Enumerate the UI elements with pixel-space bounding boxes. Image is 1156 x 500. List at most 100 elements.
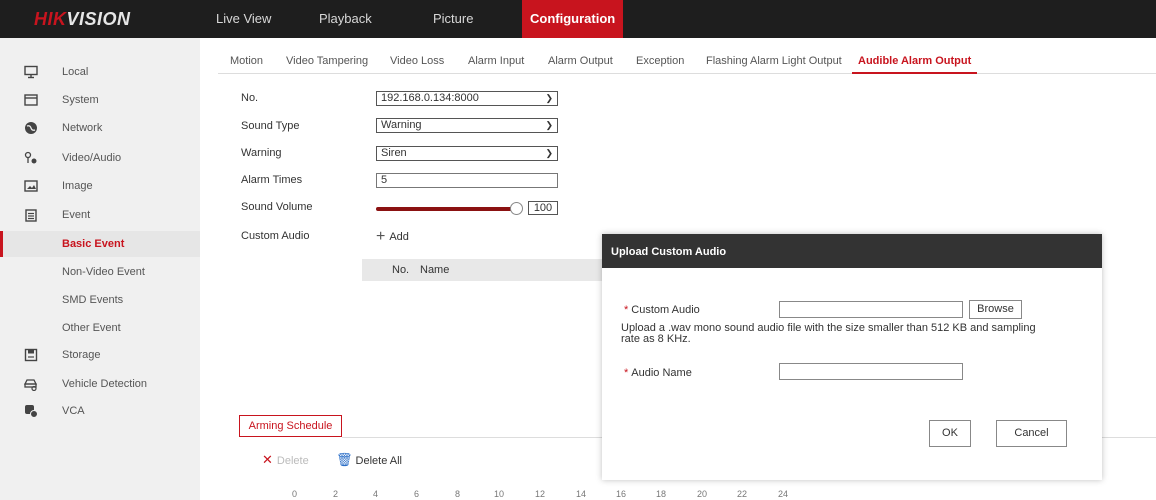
- tab-alarm-output[interactable]: Alarm Output: [548, 52, 613, 74]
- schedule-tick: 4: [373, 489, 379, 499]
- sidebar-item-label: Network: [62, 122, 103, 134]
- dialog-title: Upload Custom Audio: [602, 234, 1102, 268]
- no-select-value: 192.168.0.134:8000: [381, 92, 479, 104]
- sound-volume-label: Sound Volume: [241, 201, 313, 213]
- event-tabs: Motion Video Tampering Video Loss Alarm …: [218, 52, 1156, 74]
- alarm-times-label: Alarm Times: [241, 174, 303, 186]
- column-header-no: No.: [392, 264, 410, 276]
- nav-live-view[interactable]: Live View: [208, 0, 279, 38]
- sidebar-item-label: Storage: [62, 349, 101, 361]
- cancel-button[interactable]: Cancel: [996, 420, 1067, 447]
- column-header-name: Name: [420, 264, 450, 276]
- sidebar-item-label: Other Event: [62, 322, 121, 334]
- sidebar-item-label: Basic Event: [62, 238, 125, 250]
- add-audio-button[interactable]: + Add: [376, 228, 409, 246]
- tab-exception[interactable]: Exception: [636, 52, 684, 74]
- monitor-icon: [24, 65, 38, 79]
- schedule-tick: 2: [333, 489, 339, 499]
- schedule-tick: 14: [576, 489, 587, 499]
- tab-audible-alarm-output[interactable]: Audible Alarm Output: [852, 52, 978, 74]
- audio-name-field-label: * Audio Name: [624, 367, 692, 379]
- warning-label: Warning: [241, 147, 282, 159]
- image-icon: [24, 180, 38, 192]
- sidebar-item-label: Local: [62, 66, 89, 78]
- sidebar-item-non-video-event[interactable]: Non-Video Event: [0, 259, 200, 285]
- sidebar-item-event[interactable]: Event: [0, 202, 200, 228]
- calendar-icon: [25, 209, 37, 222]
- delete-all-button[interactable]: 🗑 Delete All: [336, 452, 402, 468]
- schedule-tick: 12: [535, 489, 546, 499]
- schedule-tick: 20: [697, 489, 708, 499]
- delete-button[interactable]: ✕ Delete: [262, 452, 309, 468]
- no-select[interactable]: 192.168.0.134:8000 ❯: [376, 91, 558, 106]
- required-mark: *: [624, 304, 629, 316]
- schedule-tick: 16: [616, 489, 627, 499]
- tab-video-tampering[interactable]: Video Tampering: [286, 52, 368, 74]
- vca-icon: [25, 405, 38, 418]
- custom-audio-file-input[interactable]: [779, 301, 963, 318]
- close-icon: ✕: [262, 452, 273, 467]
- schedule-tick: 24: [778, 489, 789, 499]
- warning-select[interactable]: Siren ❯: [376, 146, 558, 161]
- chevron-down-icon: ❯: [545, 120, 553, 130]
- sidebar-item-vca[interactable]: VCA: [0, 398, 200, 424]
- sound-type-select[interactable]: Warning ❯: [376, 118, 558, 133]
- schedule-tick: 8: [455, 489, 461, 499]
- required-mark: *: [624, 367, 629, 379]
- tab-motion[interactable]: Motion: [230, 52, 263, 74]
- audio-name-input[interactable]: [779, 363, 963, 380]
- warning-select-value: Siren: [381, 147, 407, 159]
- nav-picture[interactable]: Picture: [425, 0, 481, 38]
- arming-schedule-tab[interactable]: Arming Schedule: [239, 415, 342, 437]
- sidebar-item-label: Non-Video Event: [62, 266, 145, 278]
- schedule-tick: 18: [656, 489, 667, 499]
- delete-all-button-label: Delete All: [355, 455, 402, 467]
- tab-flashing-alarm-light-output[interactable]: Flashing Alarm Light Output: [706, 52, 842, 74]
- chevron-down-icon: ❯: [545, 93, 553, 103]
- ok-button[interactable]: OK: [929, 420, 971, 447]
- top-navigation-bar: HIKVISION Live View Playback Picture Con…: [0, 0, 1156, 38]
- sidebar-item-label: SMD Events: [62, 294, 124, 306]
- browse-button[interactable]: Browse: [969, 300, 1022, 319]
- plus-icon: +: [376, 228, 386, 245]
- sidebar-item-basic-event[interactable]: Basic Event: [0, 231, 200, 257]
- sidebar-item-image[interactable]: Image: [0, 173, 200, 199]
- camera-audio-icon: [24, 151, 37, 164]
- sidebar-item-label: Image: [62, 180, 93, 192]
- tab-alarm-input[interactable]: Alarm Input: [468, 52, 524, 74]
- schedule-tick: 6: [414, 489, 420, 499]
- sidebar-item-label: Video/Audio: [62, 152, 122, 164]
- delete-button-label: Delete: [276, 455, 309, 467]
- sidebar-item-vehicle-detection[interactable]: Vehicle Detection: [0, 371, 200, 397]
- sidebar-item-label: System: [62, 94, 99, 106]
- volume-slider-track[interactable]: [376, 207, 516, 211]
- sidebar-item-system[interactable]: System: [0, 87, 200, 113]
- add-button-label: Add: [389, 230, 409, 243]
- sound-type-label: Sound Type: [241, 120, 300, 132]
- sidebar-item-label: VCA: [62, 405, 85, 417]
- sidebar-item-label: Vehicle Detection: [62, 378, 147, 390]
- volume-slider-thumb[interactable]: [510, 202, 523, 215]
- schedule-tick: 0: [292, 489, 298, 499]
- hikvision-logo: HIKVISION: [34, 9, 131, 29]
- tab-video-loss[interactable]: Video Loss: [390, 52, 444, 74]
- nav-configuration[interactable]: Configuration: [522, 0, 624, 38]
- sidebar-item-other-event[interactable]: Other Event: [0, 315, 200, 341]
- sidebar-item-video-audio[interactable]: Video/Audio: [0, 145, 200, 171]
- globe-icon: [25, 122, 37, 134]
- sound-type-select-value: Warning: [381, 119, 422, 131]
- window-icon: [24, 94, 38, 106]
- sidebar-item-storage[interactable]: Storage: [0, 342, 200, 368]
- volume-value-input[interactable]: 100: [528, 201, 558, 215]
- sidebar: Local System Network Video/Audio Image E…: [0, 38, 200, 500]
- no-label: No.: [241, 92, 259, 104]
- vehicle-icon: [24, 379, 38, 391]
- alarm-times-input[interactable]: 5: [376, 173, 558, 188]
- audio-table-header: No. Name: [362, 259, 622, 281]
- sidebar-item-smd-events[interactable]: SMD Events: [0, 287, 200, 313]
- sidebar-item-local[interactable]: Local: [0, 59, 200, 85]
- schedule-tick: 22: [737, 489, 748, 499]
- sidebar-item-network[interactable]: Network: [0, 115, 200, 141]
- nav-playback[interactable]: Playback: [311, 0, 380, 38]
- custom-audio-label: Custom Audio: [241, 230, 310, 242]
